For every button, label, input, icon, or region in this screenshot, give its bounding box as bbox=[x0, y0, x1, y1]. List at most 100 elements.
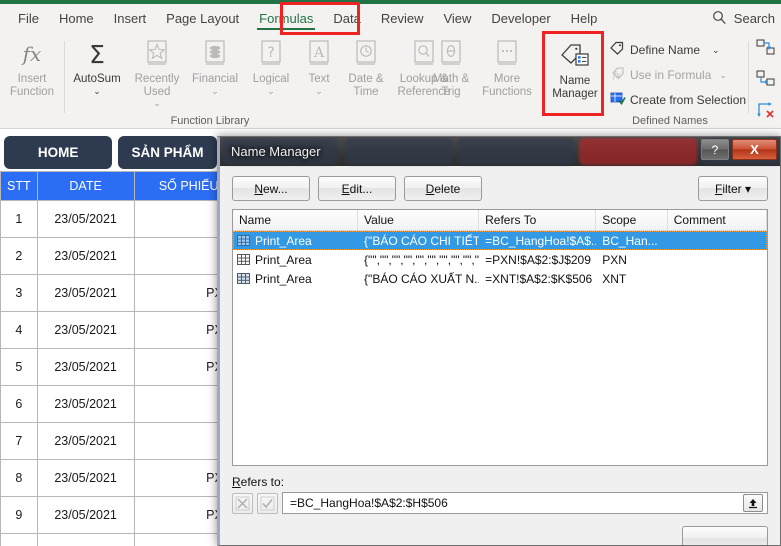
chevron-down-icon[interactable]: ⌄ bbox=[315, 86, 323, 96]
list-col-name[interactable]: Name bbox=[233, 210, 359, 230]
cell-stt[interactable]: 2 bbox=[0, 237, 38, 275]
create-selection-icon bbox=[610, 91, 626, 108]
use-in-formula-label: Use in Formula bbox=[630, 67, 712, 82]
name-manager-button[interactable]: Name Manager bbox=[546, 37, 604, 100]
autosum-button[interactable]: Σ AutoSum ⌄ bbox=[68, 35, 126, 96]
chevron-down-icon[interactable]: ⌄ bbox=[712, 45, 720, 55]
collapse-dialog-icon[interactable] bbox=[743, 494, 763, 512]
ribbon-tab-formulas[interactable]: Formulas bbox=[249, 7, 323, 30]
logical-button[interactable]: ? Logical ⌄ bbox=[244, 35, 298, 96]
ribbon-tab-review[interactable]: Review bbox=[371, 7, 434, 30]
insert-function-button[interactable]: fx Insert Function bbox=[4, 35, 60, 98]
refers-to-input[interactable]: =BC_HangHoa!$A$2:$H$506 bbox=[282, 492, 768, 514]
scope-cell: XNT bbox=[602, 271, 627, 286]
chevron-down-icon[interactable]: ⌄ bbox=[153, 98, 161, 108]
svg-text:fx: fx bbox=[612, 71, 621, 80]
list-col-scope[interactable]: Scope bbox=[596, 210, 668, 230]
search-box[interactable]: Search bbox=[712, 10, 781, 28]
trace-precedents-icon[interactable] bbox=[756, 39, 776, 61]
cell-date[interactable]: 23/05/2021 bbox=[36, 459, 135, 497]
define-name-button[interactable]: Define Name ⌄ bbox=[610, 41, 720, 58]
cell-stt[interactable]: 4 bbox=[0, 311, 38, 349]
close-icon[interactable]: X bbox=[732, 139, 777, 160]
ghost-tab-4 bbox=[579, 138, 697, 165]
letter-a-icon: A bbox=[304, 35, 334, 73]
ribbon-tab-file[interactable]: File bbox=[8, 7, 49, 30]
cell-stt[interactable]: 5 bbox=[0, 348, 38, 386]
new-button[interactable]: New... bbox=[232, 176, 310, 201]
list-item[interactable]: Print_Area {"","","","","","","","","","… bbox=[233, 250, 767, 269]
dialog-title-bar[interactable]: Name Manager ? X bbox=[220, 137, 780, 166]
cell-stt[interactable]: 7 bbox=[0, 422, 38, 460]
create-from-selection-label: Create from Selection bbox=[630, 92, 747, 107]
cancel-x-icon[interactable] bbox=[232, 492, 253, 514]
financial-button[interactable]: Financial ⌄ bbox=[186, 35, 244, 96]
names-list[interactable]: Name Value Refers To Scope Comment Print… bbox=[232, 209, 768, 466]
filter-button[interactable]: Filter ▾ bbox=[698, 176, 768, 201]
cell-date[interactable]: 23/05/2021 bbox=[36, 200, 135, 238]
help-button[interactable]: ? bbox=[701, 139, 729, 160]
cell-date[interactable]: 23/05/2021 bbox=[36, 496, 135, 534]
ribbon-tab-page-layout[interactable]: Page Layout bbox=[156, 7, 249, 30]
cell-date[interactable]: 23/05/2021 bbox=[36, 274, 135, 312]
excel-window: File Home Insert Page Layout Formulas Da… bbox=[0, 0, 781, 546]
edit-button[interactable]: Edit... bbox=[318, 176, 396, 201]
cell-date[interactable]: 23/05/2021 bbox=[36, 237, 135, 275]
column-header-date[interactable]: DATE bbox=[36, 171, 135, 201]
chevron-down-icon[interactable]: ⌄ bbox=[267, 86, 275, 96]
text-button[interactable]: A Text ⌄ bbox=[298, 35, 340, 96]
cell-stt[interactable]: 6 bbox=[0, 385, 38, 423]
list-col-value[interactable]: Value bbox=[358, 210, 480, 230]
list-col-comment[interactable]: Comment bbox=[668, 210, 767, 230]
cell-date[interactable]: 23/05/2021 bbox=[36, 311, 135, 349]
recently-used-label-1: Recently bbox=[134, 73, 180, 85]
ribbon-tab-developer[interactable]: Developer bbox=[481, 7, 560, 30]
ribbon-tab-home[interactable]: Home bbox=[49, 7, 104, 30]
cell-date[interactable]: 23/05/2021 bbox=[36, 533, 135, 546]
recently-used-button[interactable]: Recently Used ⌄ bbox=[128, 35, 186, 108]
trace-dependents-icon[interactable] bbox=[756, 70, 776, 92]
close-dialog-button[interactable] bbox=[682, 526, 768, 545]
cell-stt[interactable]: 3 bbox=[0, 274, 38, 312]
ribbon-tab-view[interactable]: View bbox=[433, 7, 481, 30]
cell-date[interactable]: 23/05/2021 bbox=[36, 385, 135, 423]
ghost-tab-3 bbox=[457, 138, 575, 165]
clock-icon bbox=[351, 35, 381, 73]
list-col-refers-to[interactable]: Refers To bbox=[479, 210, 597, 230]
star-icon bbox=[142, 35, 172, 73]
chevron-down-icon[interactable]: ⌄ bbox=[719, 70, 727, 80]
cell-stt[interactable]: 1 bbox=[0, 200, 38, 238]
question-icon: ? bbox=[256, 35, 286, 73]
tag-icon bbox=[610, 41, 626, 58]
remove-arrows-icon[interactable] bbox=[756, 101, 776, 123]
sigma-icon: Σ bbox=[82, 35, 112, 73]
column-header-stt[interactable]: STT bbox=[0, 171, 38, 201]
cell-date[interactable]: 23/05/2021 bbox=[36, 348, 135, 386]
confirm-check-icon[interactable] bbox=[257, 492, 278, 514]
use-in-formula-button[interactable]: fx Use in Formula ⌄ bbox=[610, 66, 727, 83]
nav-tab-home[interactable]: HOME bbox=[4, 135, 113, 169]
coins-icon bbox=[200, 35, 230, 73]
date-time-button[interactable]: Date & Time bbox=[340, 35, 392, 98]
list-item[interactable]: Print_Area {"BÁO CÁO XUẤT N... =XNT!$A$2… bbox=[233, 269, 767, 288]
ribbon-tab-data[interactable]: Data bbox=[323, 7, 370, 30]
name-manager-label-1: Name bbox=[559, 75, 591, 87]
chevron-down-icon[interactable]: ⌄ bbox=[93, 86, 101, 96]
math-trig-button[interactable]: Math & Trig bbox=[426, 35, 476, 98]
window-buttons: ? X bbox=[701, 139, 777, 160]
create-from-selection-button[interactable]: Create from Selection bbox=[610, 91, 746, 108]
cell-stt[interactable]: 8 bbox=[0, 459, 38, 497]
more-functions-button[interactable]: More Functions bbox=[476, 35, 538, 98]
cell-date[interactable]: 23/05/2021 bbox=[36, 422, 135, 460]
chevron-down-icon[interactable]: ⌄ bbox=[211, 86, 219, 96]
value-cell: {"BÁO CÁO XUẤT N... bbox=[364, 271, 480, 286]
delete-button[interactable]: Delete bbox=[404, 176, 482, 201]
ribbon-tab-insert[interactable]: Insert bbox=[104, 7, 157, 30]
list-item[interactable]: Print_Area {"BÁO CÁO CHI TIẾT... =BC_Han… bbox=[233, 231, 767, 250]
group-label-defined-names: Defined Names bbox=[632, 115, 708, 127]
nav-tab-san-pham[interactable]: SẢN PHẨM bbox=[118, 135, 217, 169]
cell-stt[interactable]: 10 bbox=[0, 533, 38, 546]
name-manager-label-2: Manager bbox=[552, 87, 598, 100]
ribbon-tab-help[interactable]: Help bbox=[561, 7, 608, 30]
cell-stt[interactable]: 9 bbox=[0, 496, 38, 534]
